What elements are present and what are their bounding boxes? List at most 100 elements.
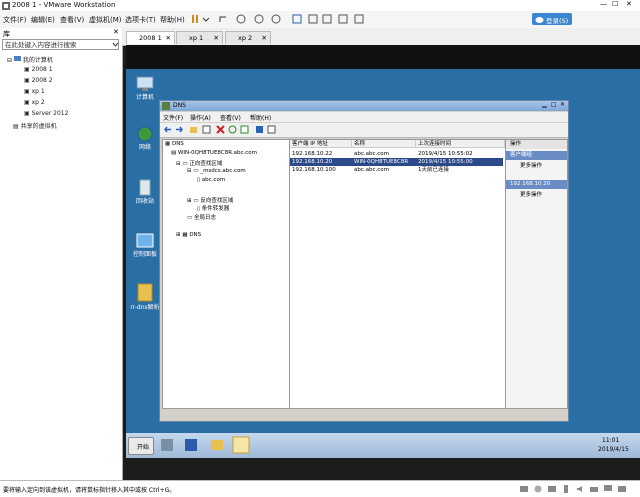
- table-row[interactable]: 192.168.10.22 abc.abc.com 2019/4/15 10:5…: [290, 150, 503, 158]
- desktop-icon-computer[interactable]: 计算机: [130, 76, 160, 101]
- hdd-icon[interactable]: [520, 485, 528, 493]
- actions-section-selected[interactable]: 192.168.10.20: [506, 180, 567, 189]
- message-icon[interactable]: [618, 485, 626, 493]
- desktop-icon-recycle-bin[interactable]: 回收站: [130, 178, 160, 205]
- start-button[interactable]: 开始: [128, 437, 154, 455]
- tree-node-msdcs[interactable]: ⊟ ▭ _msdcs.abc.com: [187, 168, 246, 174]
- tree-node-abc[interactable]: ▯ abc.com: [197, 177, 225, 183]
- dns-menu-view[interactable]: 查看(V): [220, 113, 241, 122]
- actions-more-2[interactable]: 更多操作: [506, 191, 567, 200]
- help-icon[interactable]: [255, 125, 264, 134]
- desktop-icon-control-panel[interactable]: 控制面板: [130, 233, 160, 258]
- vm-icon: ▣: [24, 110, 30, 117]
- close-window-button[interactable]: ✕: [626, 0, 632, 8]
- library-root[interactable]: ⊟ 我的计算机: [7, 55, 53, 64]
- usb-icon[interactable]: [562, 485, 570, 493]
- desktop-icon-folder[interactable]: rr-dns解析: [130, 282, 160, 311]
- dns-menu-file[interactable]: 文件(F): [163, 113, 183, 122]
- maximize-button[interactable]: ☐: [612, 0, 618, 8]
- zone-icon: ▯: [197, 177, 201, 183]
- library-search-input[interactable]: 在此处键入内容进行搜索: [2, 39, 119, 50]
- library-item-xp2[interactable]: ▣ xp 2: [24, 99, 45, 106]
- snapshot-icon[interactable]: [236, 14, 246, 24]
- console-view-icon[interactable]: [322, 14, 332, 24]
- delete-icon[interactable]: [216, 125, 225, 134]
- library-item-xp1[interactable]: ▣ xp 1: [24, 88, 45, 95]
- tree-node-server[interactable]: ▤ WIN-0QH8TUE8C8R.abc.com: [171, 150, 257, 156]
- dns-menu-help[interactable]: 帮助(H): [250, 113, 271, 122]
- tree-node-dns-root[interactable]: ▦ DNS: [165, 141, 184, 147]
- library-shared-vms[interactable]: ▤ 共享的虚拟机: [13, 121, 57, 130]
- folder-icon: ▭: [187, 215, 193, 221]
- actions-section-clients[interactable]: 客户端组: [506, 151, 567, 160]
- show-hide-tree-icon[interactable]: [202, 125, 211, 134]
- table-row-selected[interactable]: 192.168.10.20 WIN-0QH8TUE8C8R 2019/4/15 …: [290, 158, 503, 166]
- library-panel: 库 ✕ 在此处键入内容进行搜索 ⊟ 我的计算机 ▣ 2008 1 ▣ 2008 …: [0, 28, 123, 480]
- library-item-2008-1[interactable]: ▣ 2008 1: [24, 66, 53, 73]
- dns-manager-window: DNS ▁ □ ✕ 文件(F) 操作(A) 查看(V) 帮助(H) ▦ DNS …: [159, 100, 569, 422]
- column-header-name[interactable]: 名称: [352, 140, 416, 148]
- tab-xp2[interactable]: xp 2 ✕: [225, 31, 271, 44]
- tab-xp1[interactable]: xp 1 ✕: [176, 31, 223, 44]
- column-header-ip[interactable]: 客户端 IP 地址: [290, 140, 352, 148]
- send-ctrl-alt-del-icon[interactable]: [218, 14, 228, 24]
- menu-edit[interactable]: 编辑(E): [31, 15, 55, 25]
- library-item-2008-2[interactable]: ▣ 2008 2: [24, 77, 53, 84]
- fullscreen-icon[interactable]: [338, 14, 348, 24]
- display-icon[interactable]: [604, 485, 612, 493]
- powershell-icon[interactable]: [183, 437, 199, 453]
- revert-snapshot-icon[interactable]: [254, 14, 264, 24]
- tree-node-reverse-zones[interactable]: ⊞ ▭ 反向查找区域: [187, 196, 233, 204]
- client-ip: 192.168.10.22: [292, 151, 333, 157]
- up-folder-icon[interactable]: [189, 125, 198, 134]
- manage-snapshots-icon[interactable]: [271, 14, 281, 24]
- actions-more-1[interactable]: 更多操作: [506, 162, 567, 171]
- login-button[interactable]: 登录(S): [532, 13, 572, 25]
- pause-icon[interactable]: [190, 14, 200, 24]
- menu-view[interactable]: 查看(V): [60, 15, 84, 25]
- export-list-icon[interactable]: [240, 125, 249, 134]
- taskbar-date: 2019/4/15: [598, 446, 629, 453]
- forward-arrow-icon[interactable]: [174, 125, 184, 134]
- dns-maximize-button[interactable]: □: [551, 101, 557, 108]
- printer-icon[interactable]: [590, 485, 598, 493]
- back-arrow-icon[interactable]: [163, 125, 173, 134]
- shared-icon: ▤: [13, 123, 19, 130]
- dns-minimize-button[interactable]: ▁: [542, 101, 547, 108]
- library-view-icon[interactable]: [292, 14, 302, 24]
- dns-close-button[interactable]: ✕: [560, 101, 565, 108]
- table-row[interactable]: 192.168.10.100 abc.abc.com 1天前已连接: [290, 166, 503, 174]
- tree-node-conditional-forwarders[interactable]: ▯ 条件转发器: [197, 204, 229, 212]
- dropdown-icon[interactable]: [201, 14, 211, 24]
- unity-icon[interactable]: [354, 14, 364, 24]
- chevron-down-icon[interactable]: [112, 42, 119, 48]
- vm-tab-bar: 2008 1 ✕ xp 1 ✕ xp 2 ✕: [122, 28, 640, 46]
- vm-icon: ▣: [24, 88, 30, 95]
- server-manager-icon[interactable]: [159, 437, 175, 453]
- close-library-button[interactable]: ✕: [113, 28, 119, 36]
- sound-icon[interactable]: [576, 485, 584, 493]
- menu-tabs[interactable]: 选项卡(T): [125, 15, 156, 25]
- refresh-icon[interactable]: [228, 125, 237, 134]
- desktop-icon-network[interactable]: 网络: [130, 126, 160, 151]
- library-item-server2012[interactable]: ▣ Server 2012: [24, 110, 68, 117]
- taskbar-time: 11:01: [602, 437, 620, 444]
- minimize-button[interactable]: —: [600, 0, 607, 8]
- client-time: 1天前已连接: [418, 167, 449, 173]
- close-tab-icon: ✕: [261, 34, 267, 42]
- network-adapter-icon[interactable]: [548, 485, 556, 493]
- tree-node-dns[interactable]: ⊞ ▦ DNS: [176, 232, 201, 238]
- explorer-icon[interactable]: [209, 437, 225, 453]
- menu-file[interactable]: 文件(F): [3, 15, 27, 25]
- properties-icon[interactable]: [267, 125, 276, 134]
- tree-node-global-logs[interactable]: ▭ 全局日志: [187, 213, 216, 221]
- tab-2008-1[interactable]: 2008 1 ✕: [126, 31, 175, 44]
- menu-vm[interactable]: 虚拟机(M): [89, 15, 122, 25]
- dns-taskbar-icon[interactable]: [232, 436, 250, 454]
- dns-menu-action[interactable]: 操作(A): [190, 113, 211, 122]
- column-header-time[interactable]: 上次连接时间: [416, 140, 505, 148]
- thumbnail-view-icon[interactable]: [308, 14, 318, 24]
- cdrom-icon[interactable]: [534, 485, 542, 493]
- menu-help[interactable]: 帮助(H): [160, 15, 185, 25]
- tree-node-forward-zones[interactable]: ⊟ ▭ 正向查找区域: [176, 159, 222, 167]
